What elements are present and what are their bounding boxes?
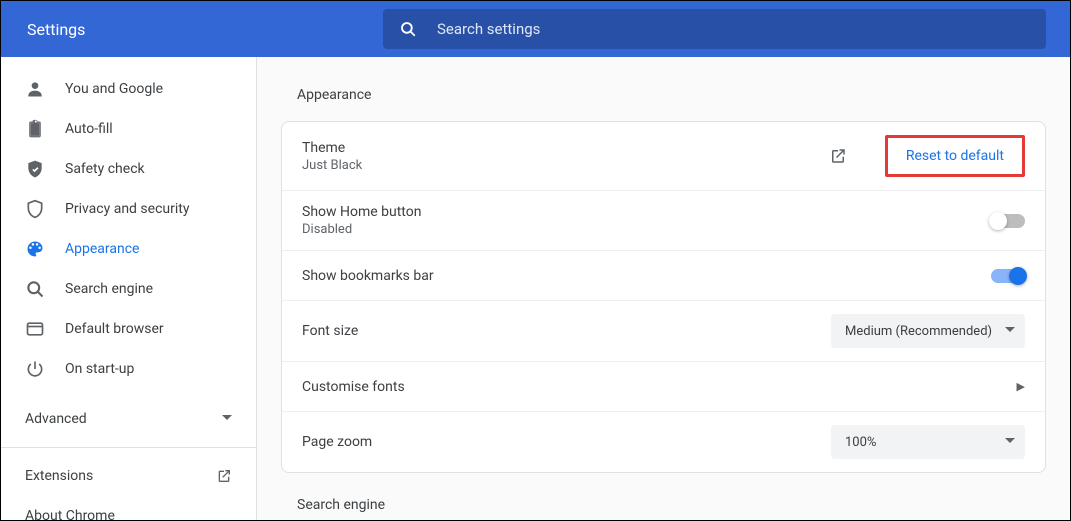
home-button-status: Disabled (302, 222, 991, 237)
search-icon (25, 279, 45, 299)
sidebar-item-safety-check[interactable]: Safety check (1, 149, 256, 189)
browser-icon (25, 319, 45, 339)
home-button-row: Show Home button Disabled (282, 191, 1045, 251)
open-in-new-icon (216, 468, 232, 484)
section-title-appearance: Appearance (281, 81, 1046, 121)
sidebar-item-autofill[interactable]: Auto-fill (1, 109, 256, 149)
font-size-label: Font size (302, 323, 831, 339)
sidebar-item-appearance[interactable]: Appearance (1, 229, 256, 269)
bookmarks-bar-row: Show bookmarks bar (282, 251, 1045, 301)
bookmarks-toggle[interactable] (991, 269, 1025, 283)
sidebar-item-you-and-google[interactable]: You and Google (1, 69, 256, 109)
chevron-down-icon (1005, 435, 1015, 450)
clipboard-icon (25, 119, 45, 139)
sidebar-item-label: Auto-fill (65, 121, 113, 137)
power-icon (25, 359, 45, 379)
font-size-value: Medium (Recommended) (845, 324, 992, 339)
home-button-label: Show Home button (302, 204, 991, 220)
theme-value: Just Black (302, 158, 829, 173)
sidebar-extensions[interactable]: Extensions (1, 456, 256, 496)
shield-icon (25, 199, 45, 219)
search-container[interactable] (383, 9, 1046, 49)
sidebar-item-label: Safety check (65, 161, 145, 177)
sidebar-item-label: Privacy and security (65, 201, 189, 217)
sidebar-item-label: Default browser (65, 321, 164, 337)
sidebar-item-label: Appearance (65, 241, 139, 257)
customise-fonts-label: Customise fonts (302, 379, 1017, 395)
customise-fonts-row[interactable]: Customise fonts ▶ (282, 362, 1045, 412)
search-input[interactable] (437, 20, 1030, 38)
sidebar-item-search-engine[interactable]: Search engine (1, 269, 256, 309)
main-content: Appearance Theme Just Black Reset to def… (257, 57, 1070, 520)
person-icon (25, 79, 45, 99)
sidebar: You and Google Auto-fill Safety check Pr… (1, 57, 257, 520)
advanced-label: Advanced (25, 411, 87, 427)
sidebar-item-privacy[interactable]: Privacy and security (1, 189, 256, 229)
page-zoom-select[interactable]: 100% (831, 425, 1025, 459)
bookmarks-label: Show bookmarks bar (302, 268, 991, 284)
search-icon (399, 20, 417, 38)
chevron-right-icon: ▶ (1017, 380, 1025, 393)
theme-row[interactable]: Theme Just Black Reset to default (282, 122, 1045, 191)
sidebar-item-on-startup[interactable]: On start-up (1, 349, 256, 389)
sidebar-about-chrome[interactable]: About Chrome (1, 496, 256, 520)
palette-icon (25, 239, 45, 259)
about-label: About Chrome (25, 508, 115, 520)
font-size-select[interactable]: Medium (Recommended) (831, 314, 1025, 348)
divider (1, 447, 256, 448)
sidebar-advanced-toggle[interactable]: Advanced (1, 399, 256, 439)
appearance-card: Theme Just Black Reset to default Show H… (281, 121, 1046, 473)
sidebar-item-label: On start-up (65, 361, 134, 377)
header-bar: Settings (1, 1, 1070, 57)
font-size-row: Font size Medium (Recommended) (282, 301, 1045, 362)
theme-label: Theme (302, 140, 829, 156)
chevron-down-icon (222, 411, 232, 427)
page-zoom-label: Page zoom (302, 434, 831, 450)
page-zoom-row: Page zoom 100% (282, 412, 1045, 472)
sidebar-item-label: Search engine (65, 281, 153, 297)
sidebar-item-label: You and Google (65, 81, 163, 97)
section-title-search-engine: Search engine (281, 473, 1046, 520)
extensions-label: Extensions (25, 468, 93, 484)
app-title: Settings (21, 20, 383, 39)
home-button-toggle[interactable] (991, 214, 1025, 228)
open-in-new-icon (829, 147, 847, 165)
reset-theme-button[interactable]: Reset to default (885, 135, 1025, 177)
sidebar-item-default-browser[interactable]: Default browser (1, 309, 256, 349)
shield-check-icon (25, 159, 45, 179)
page-zoom-value: 100% (845, 435, 876, 450)
chevron-down-icon (1005, 324, 1015, 339)
